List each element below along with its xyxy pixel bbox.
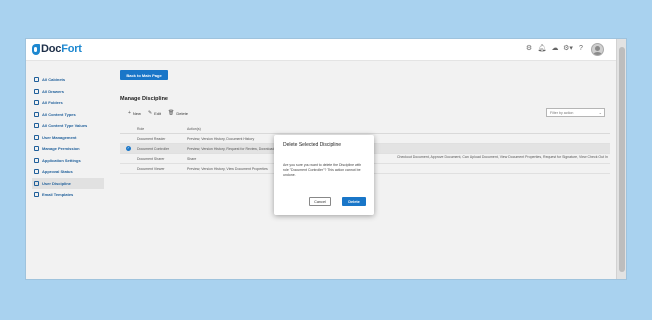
sidebar-item-label: All Content Types — [42, 111, 76, 117]
back-to-main-page-button[interactable]: Back to Main Page — [120, 70, 168, 80]
row-role: Document Controller — [137, 146, 170, 151]
sidebar-item-icon — [34, 100, 39, 106]
logo-mark-icon — [32, 43, 40, 55]
sidebar-item-all-folders[interactable]: All Folders — [32, 97, 104, 109]
sidebar-item-label: All Cabinets — [42, 77, 66, 83]
bell-icon[interactable]: 🔔︎ — [537, 42, 547, 56]
sidebar-item-user-management[interactable]: User Management — [32, 132, 104, 144]
sidebar-item-label: User Discipline — [42, 180, 71, 186]
settings-icon[interactable]: ⚙ — [524, 42, 534, 56]
filter-by-action-dropdown[interactable]: Filter by action ⌄ — [546, 108, 605, 117]
sidebar-item-label: All Content Type Values — [42, 123, 88, 129]
row-role: Document Reader — [137, 136, 166, 141]
sidebar-item-icon — [34, 157, 39, 163]
page-scrollbar[interactable] — [616, 39, 626, 279]
selected-row-actions-overflow: Checkout Document, Approve Document, Can… — [397, 155, 608, 159]
sidebar-item-icon — [34, 111, 39, 117]
logo-text: DocFort — [41, 43, 82, 55]
scrollbar-thumb[interactable] — [619, 47, 625, 272]
pencil-icon: ✎ — [147, 110, 153, 116]
dialog-message: Are you sure you want to delete the Disc… — [283, 163, 362, 178]
plus-icon: + — [128, 110, 131, 116]
header-role: Role — [137, 126, 145, 131]
docfort-logo[interactable]: DocFort — [32, 43, 82, 55]
sidebar-item-approval-status[interactable]: Approval Status — [32, 166, 104, 178]
sidebar-item-all-drawers[interactable]: All Drawers — [32, 86, 104, 98]
help-icon[interactable]: ? — [576, 42, 586, 56]
cancel-button[interactable]: Cancel — [309, 197, 331, 206]
sidebar-item-icon — [34, 146, 39, 152]
user-avatar[interactable] — [591, 42, 604, 56]
delete-button[interactable]: 🗑︎ Delete — [168, 110, 188, 116]
top-icons: ⚙ 🔔︎ ☁ ⚙▾ ? — [521, 42, 604, 56]
sidebar-item-icon — [34, 169, 39, 175]
new-button[interactable]: + New — [128, 110, 141, 116]
sidebar-item-label: User Management — [42, 134, 77, 140]
sidebar-item-user-discipline[interactable]: User Discipline — [32, 177, 104, 189]
sidebar-item-all-cabinets[interactable]: All Cabinets — [32, 74, 104, 86]
sidebar-item-label: All Folders — [42, 100, 63, 106]
check-icon: ✓ — [126, 146, 131, 151]
sidebar-item-icon — [34, 123, 39, 129]
sidebar-item-label: Approval Status — [42, 169, 73, 175]
top-bar: DocFort ⚙ 🔔︎ ☁ ⚙▾ ? — [26, 39, 616, 61]
sidebar-item-label: Application Settings — [42, 157, 81, 163]
row-actions: Preview, Version History, View Document … — [187, 166, 268, 171]
trash-icon: 🗑︎ — [168, 110, 175, 116]
sidebar-item-icon — [34, 180, 39, 186]
sidebar-item-application-settings[interactable]: Application Settings — [32, 155, 104, 167]
app-window: DocFort ⚙ 🔔︎ ☁ ⚙▾ ? All Cabinets All Draw… — [25, 38, 627, 280]
sidebar-item-all-content-types[interactable]: All Content Types — [32, 109, 104, 121]
row-actions: Preview, Version History, Request for Re… — [187, 146, 292, 151]
sidebar-item-icon — [34, 77, 39, 83]
table-header: Role Action(s) — [120, 124, 610, 134]
chevron-down-icon: ⌄ — [598, 110, 602, 115]
gear-icon[interactable]: ⚙▾ — [563, 42, 573, 56]
sidebar: All Cabinets All Drawers All Folders All Co… — [32, 74, 104, 201]
toolbar: + New ✎ Edit 🗑︎ Delete — [128, 110, 195, 116]
row-role: Document Sharer — [137, 156, 165, 161]
delete-discipline-dialog: Delete Selected Discipline Are you sure … — [274, 135, 374, 215]
sidebar-item-label: Manage Permission — [42, 146, 80, 152]
header-actions: Action(s) — [187, 126, 201, 131]
confirm-delete-button[interactable]: Delete — [342, 197, 366, 206]
cloud-icon[interactable]: ☁ — [550, 42, 560, 56]
sidebar-item-icon — [34, 134, 39, 140]
sidebar-item-label: All Drawers — [42, 88, 65, 94]
edit-button[interactable]: ✎ Edit — [148, 110, 161, 116]
row-role: Document Viewer — [137, 166, 165, 171]
sidebar-item-manage-permission[interactable]: Manage Permission — [32, 143, 104, 155]
sidebar-item-label: Email Templates — [42, 192, 74, 198]
row-actions: Preview, Version History, Document Histo… — [187, 136, 255, 141]
sidebar-item-icon — [34, 192, 39, 198]
page-title: Manage Discipline — [120, 96, 168, 102]
sidebar-item-icon — [34, 88, 39, 94]
dialog-title: Delete Selected Discipline — [283, 142, 342, 148]
row-select[interactable]: ✓ — [120, 146, 137, 151]
sidebar-item-email-templates[interactable]: Email Templates — [32, 189, 104, 201]
sidebar-item-all-content-type-values[interactable]: All Content Type Values — [32, 120, 104, 132]
